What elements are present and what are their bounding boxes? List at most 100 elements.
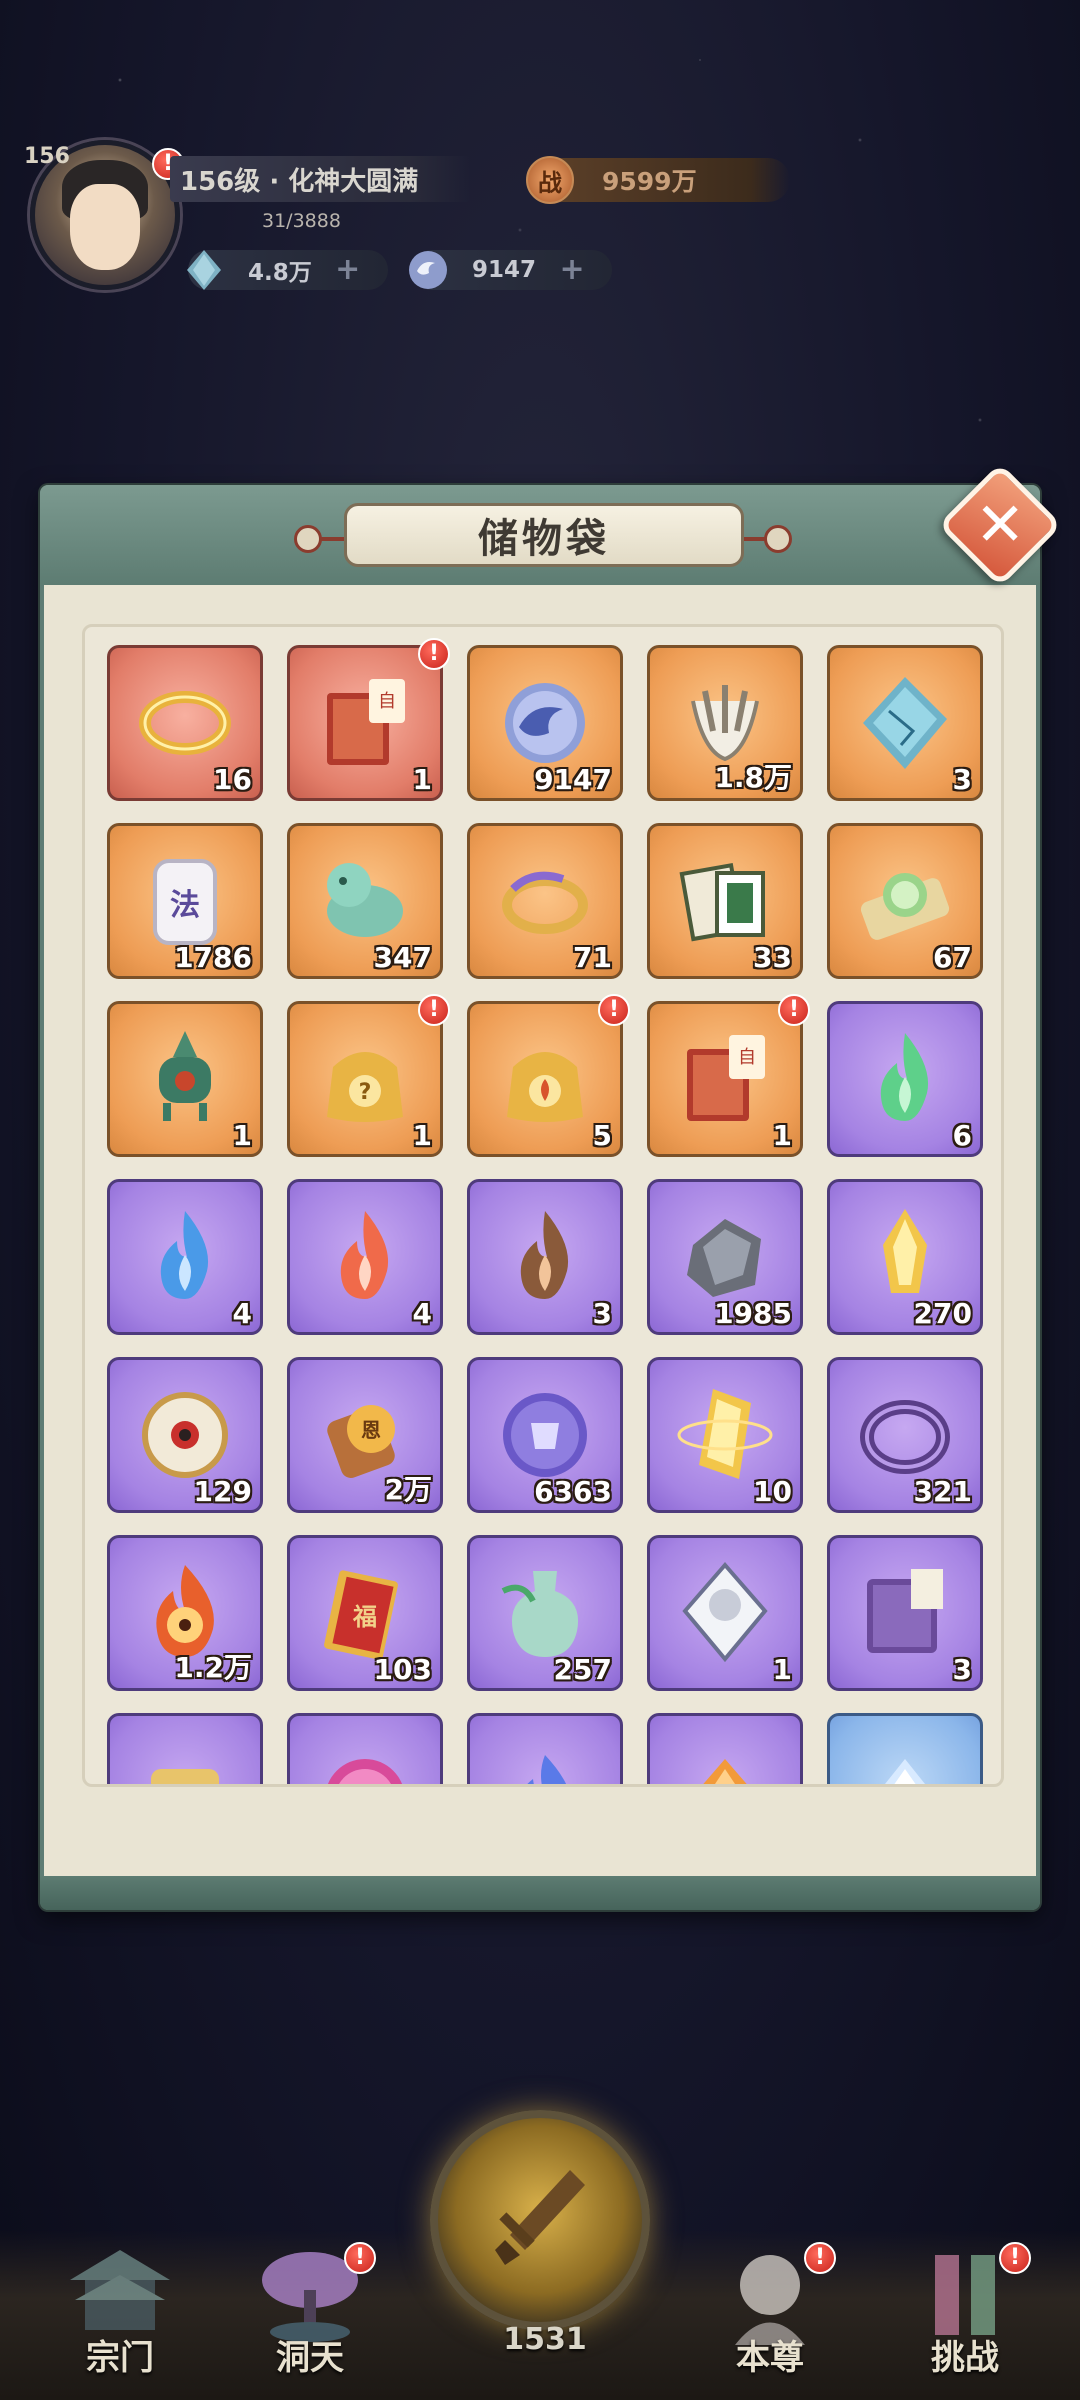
inventory-item[interactable]: 1.2万: [107, 1535, 263, 1691]
inventory-item[interactable]: 4: [287, 1179, 443, 1335]
item-quantity: 347: [373, 941, 432, 974]
player-avatar-button[interactable]: 156 !: [24, 140, 184, 290]
item-quantity: 10: [753, 1475, 792, 1508]
inventory-item[interactable]: 1.8万: [647, 645, 803, 801]
inventory-item[interactable]: ? 1!: [287, 994, 450, 1157]
nav-challenge[interactable]: ! 挑战: [885, 2230, 1045, 2400]
inventory-item[interactable]: 自 1!: [287, 638, 450, 801]
brown-flame-icon: [493, 1205, 597, 1309]
item-quantity: 3: [592, 1297, 612, 1330]
inventory-item[interactable]: 自 1!: [647, 994, 810, 1157]
item-quantity: 1: [232, 1119, 252, 1152]
inventory-item[interactable]: 67: [827, 823, 983, 979]
nav-cave[interactable]: ! 洞天: [230, 2230, 390, 2400]
power-value: 9599万: [602, 167, 697, 196]
spirit-stone-icon: [182, 248, 226, 292]
gold-plate-icon: [133, 1739, 237, 1784]
svg-text:自: 自: [378, 691, 396, 712]
inventory-item[interactable]: 257: [467, 1535, 623, 1691]
exp-text: 31/3888: [262, 210, 341, 232]
svg-text:恩: 恩: [361, 1418, 381, 1442]
inventory-item[interactable]: 3: [827, 645, 983, 801]
inventory-item[interactable]: [827, 1713, 983, 1784]
inventory-item[interactable]: 270: [827, 1179, 983, 1335]
inventory-item[interactable]: 福 103: [287, 1535, 443, 1691]
inventory-item[interactable]: 129: [107, 1357, 263, 1513]
inventory-item[interactable]: 4: [107, 1179, 263, 1335]
jade-vase-icon: [493, 1561, 597, 1665]
inventory-item[interactable]: 恩 2万: [287, 1357, 443, 1513]
avatar-face: [70, 184, 140, 270]
alert-dot-icon: !: [804, 2242, 836, 2274]
coin-value: 9147: [472, 257, 537, 283]
item-quantity: 5: [592, 1119, 612, 1152]
inventory-item[interactable]: 347: [287, 823, 443, 979]
jade-lion-icon: [313, 849, 417, 953]
spirit-stone-value: 4.8万: [248, 260, 312, 286]
bronze-censer-icon: [133, 1027, 237, 1131]
item-quantity: 6363: [534, 1475, 612, 1508]
inventory-item[interactable]: 6: [827, 1001, 983, 1157]
inventory-item[interactable]: 33: [647, 823, 803, 979]
item-quantity: 1985: [714, 1297, 792, 1330]
item-quantity: 1: [772, 1653, 792, 1686]
nav-self[interactable]: ! 本尊: [690, 2230, 850, 2400]
inventory-item[interactable]: 6363: [467, 1357, 623, 1513]
add-spirit-stone-button[interactable]: +: [334, 255, 362, 285]
item-quantity: 1.8万: [714, 761, 792, 794]
inventory-item[interactable]: 9147: [467, 645, 623, 801]
item-quantity: 1: [772, 1119, 792, 1152]
svg-text:自: 自: [738, 1047, 756, 1068]
title-cord: [320, 537, 346, 541]
power-seal-icon: 战: [526, 156, 574, 204]
inventory-item[interactable]: [107, 1713, 263, 1784]
alert-dot-icon: !: [999, 2242, 1031, 2274]
panel-footer: [40, 1876, 1040, 1910]
item-quantity: 3: [952, 763, 972, 796]
inventory-item[interactable]: 3: [467, 1179, 623, 1335]
rank-bar[interactable]: 156级 · 化神大圆满: [170, 156, 470, 202]
item-quantity: 321: [913, 1475, 972, 1508]
inventory-item[interactable]: 1: [647, 1535, 803, 1691]
add-coin-button[interactable]: +: [558, 255, 586, 285]
spirit-coin-icon: [493, 671, 597, 775]
mystery-bag-icon: ?: [313, 1027, 417, 1131]
nav-cave-label: 洞天: [276, 2338, 344, 2378]
inventory-item[interactable]: 3: [827, 1535, 983, 1691]
inventory-item[interactable]: 16: [107, 645, 263, 801]
red-flame-icon: [313, 1205, 417, 1309]
item-quantity: 1786: [174, 941, 252, 974]
inventory-item[interactable]: [647, 1713, 803, 1784]
title-cord: [742, 537, 766, 541]
orb-scroll-icon: [853, 849, 957, 953]
item-quantity: 67: [933, 941, 972, 974]
item-quantity: 3: [952, 1653, 972, 1686]
inventory-item[interactable]: 10: [647, 1357, 803, 1513]
inventory-item[interactable]: 1: [107, 1001, 263, 1157]
nav-sect[interactable]: 宗门: [40, 2230, 200, 2400]
ice-diamond-icon: [853, 1739, 957, 1784]
item-quantity: 103: [373, 1653, 432, 1686]
coin-icon: [406, 248, 450, 292]
item-quantity: 2万: [384, 1473, 432, 1506]
portrait-card-icon: [673, 1561, 777, 1665]
inventory-item[interactable]: 1985: [647, 1179, 803, 1335]
item-quantity: 16: [213, 763, 252, 796]
inventory-item[interactable]: 321: [827, 1357, 983, 1513]
alert-dot-icon: !: [418, 638, 450, 670]
nav-self-label: 本尊: [736, 2338, 804, 2378]
inventory-item[interactable]: 5!: [467, 994, 630, 1157]
inventory-item[interactable]: [467, 1713, 623, 1784]
inventory-item[interactable]: 法 1786: [107, 823, 263, 979]
nav-challenge-label: 挑战: [931, 2338, 999, 2378]
player-level-badge: 156: [24, 144, 70, 169]
inventory-item[interactable]: [287, 1713, 443, 1784]
item-quantity: 1.2万: [174, 1651, 252, 1684]
combat-power[interactable]: 战 9599万: [526, 156, 790, 204]
item-grid-scroll[interactable]: 16 自 1! 9147 1.8万 3 法 1786 347 71 33 67 1? 1! 5! 自 1! 6 4 4…: [82, 624, 1004, 1787]
inventory-item[interactable]: 71: [467, 823, 623, 979]
title-knob: [294, 525, 322, 553]
choice-book-icon: 自: [673, 1027, 777, 1131]
fortune-ticket-icon: 福: [313, 1561, 417, 1665]
cultivate-sword-button[interactable]: [430, 2110, 650, 2330]
